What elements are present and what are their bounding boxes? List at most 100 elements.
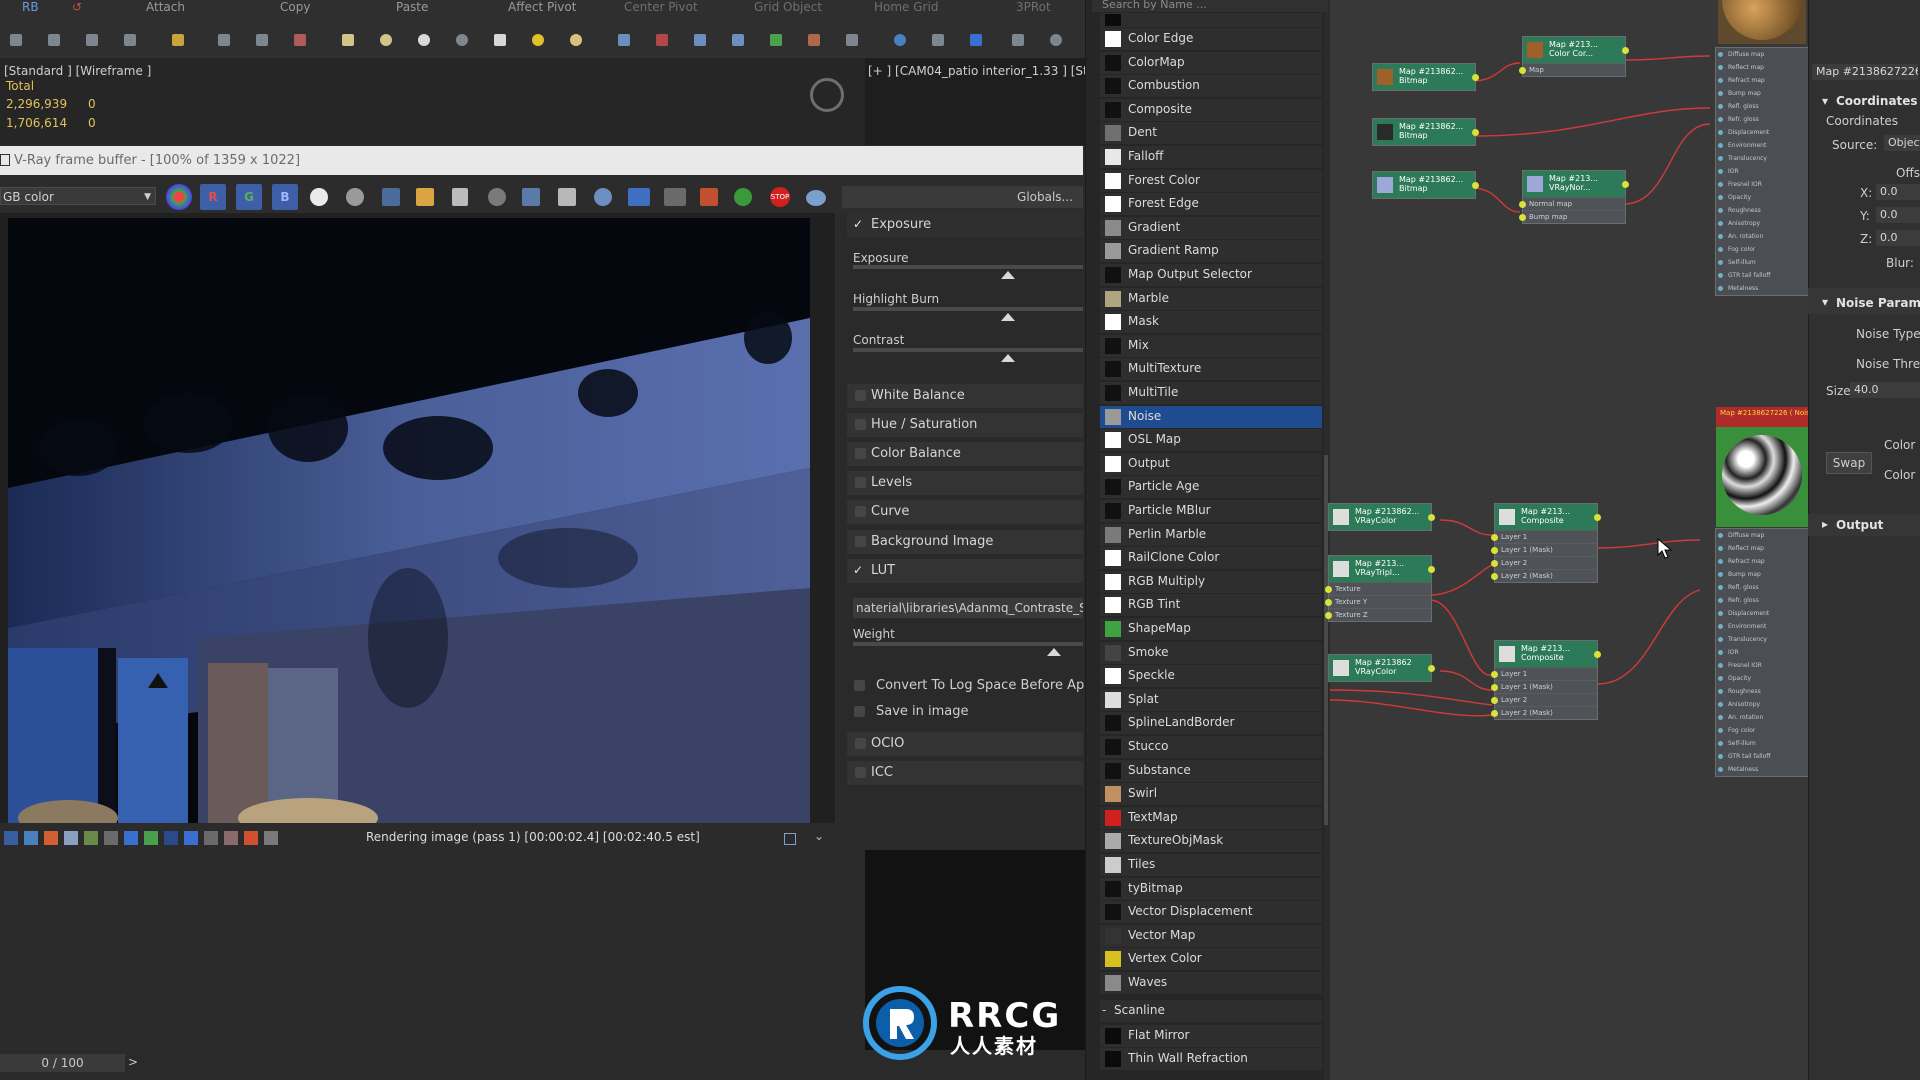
tool-icon[interactable] <box>124 34 136 46</box>
map-node-header[interactable]: Map #213862... Bitmap <box>1373 64 1479 90</box>
tool-icon[interactable] <box>732 34 744 46</box>
material-slot[interactable]: Anisotropy <box>1716 217 1808 230</box>
map-node-slot[interactable]: Texture <box>1325 582 1431 595</box>
curve-row[interactable]: Curve <box>847 500 1083 524</box>
tool-icon[interactable] <box>770 34 782 46</box>
convert-log-checkbox[interactable] <box>854 680 865 691</box>
teapot-icon[interactable] <box>594 188 612 206</box>
list-item[interactable]: Falloff <box>1100 146 1322 168</box>
channel-dropdown[interactable]: GB color ▼ <box>0 187 156 205</box>
material-slot[interactable]: Refl. gloss <box>1716 581 1808 594</box>
list-item[interactable]: Splat <box>1100 688 1322 711</box>
material-slot[interactable]: Self-illum <box>1716 256 1808 269</box>
list-item[interactable]: Color Edge <box>1100 28 1322 50</box>
material-slot[interactable]: Refr. gloss <box>1716 594 1808 607</box>
frame-counter[interactable]: 0 / 100 <box>0 1054 125 1072</box>
tool-icon[interactable] <box>846 34 858 46</box>
contrast-slider[interactable] <box>853 348 1083 352</box>
map-node[interactable]: Map #213862... Bitmap <box>1372 171 1479 199</box>
copy-button[interactable]: Copy <box>280 0 310 14</box>
input-port[interactable] <box>1491 710 1498 717</box>
histogram-icon[interactable] <box>104 831 118 845</box>
output-port[interactable] <box>1594 651 1601 658</box>
expand-icon[interactable]: ▸ <box>1822 517 1828 531</box>
grid-icon[interactable] <box>64 831 78 845</box>
list-item[interactable]: RGB Multiply <box>1100 570 1322 593</box>
attach-button[interactable]: Attach <box>146 0 185 14</box>
affect-pivot-button[interactable]: Affect Pivot <box>508 0 576 14</box>
list-item[interactable]: Substance <box>1100 759 1322 782</box>
color-balance-row[interactable]: Color Balance <box>847 442 1083 466</box>
map-node[interactable]: Map #213... Color Cor... Map <box>1519 36 1629 77</box>
viewport-label[interactable]: [Standard ] [Wireframe ] <box>4 64 151 78</box>
list-item-partial[interactable] <box>1100 13 1322 27</box>
list-item[interactable]: Forest Color <box>1100 169 1322 192</box>
undo-icon[interactable]: ↺ <box>72 0 82 14</box>
list-item[interactable]: Particle MBlur <box>1100 500 1322 522</box>
home-grid-button[interactable]: Home Grid <box>874 0 938 14</box>
output-port[interactable] <box>1428 566 1435 573</box>
list-item[interactable]: MultiTexture <box>1100 358 1322 381</box>
sphere-icon[interactable] <box>418 34 430 46</box>
info-icon[interactable] <box>24 831 38 845</box>
background-image-checkbox[interactable] <box>855 536 866 547</box>
material-slot[interactable]: Fresnel IOR <box>1716 178 1808 191</box>
green-channel-button[interactable]: G <box>236 184 262 210</box>
material-slot[interactable]: Roughness <box>1716 685 1808 698</box>
channels-icon[interactable] <box>244 831 258 845</box>
map-node-header[interactable]: Map #213862... VRayColor <box>1329 504 1435 530</box>
material-slot[interactable]: An. rotation <box>1716 230 1808 243</box>
map-node-slot[interactable]: Layer 1 <box>1491 530 1597 543</box>
tool-icon[interactable] <box>694 34 706 46</box>
output-port[interactable] <box>1472 74 1479 81</box>
input-port[interactable] <box>1325 586 1332 593</box>
list-item[interactable]: TextureObjMask <box>1100 830 1322 853</box>
material-slot[interactable]: Metalness <box>1716 763 1808 776</box>
settings-icon[interactable] <box>264 831 278 845</box>
input-port[interactable] <box>1325 599 1332 606</box>
input-port[interactable] <box>1491 697 1498 704</box>
map-node-slot[interactable]: Layer 2 (Mask) <box>1491 569 1597 582</box>
weight-slider[interactable] <box>853 642 1083 646</box>
material-slot[interactable]: Displacement <box>1716 607 1808 620</box>
vfb-titlebar[interactable]: V-Ray frame buffer - [100% of 1359 x 102… <box>0 146 1083 175</box>
rb-icon[interactable]: RB <box>22 0 39 14</box>
lens-effects-icon[interactable] <box>628 188 650 206</box>
h-icon[interactable] <box>204 831 218 845</box>
list-item[interactable]: Swirl <box>1100 783 1322 806</box>
map-node-slot[interactable]: Layer 1 (Mask) <box>1491 543 1597 556</box>
render-image[interactable] <box>8 218 810 823</box>
highlight-burn-slider-thumb[interactable] <box>1001 313 1015 321</box>
color-balance-checkbox[interactable] <box>855 448 866 459</box>
material-slot[interactable]: Bump map <box>1716 87 1808 100</box>
output-header[interactable]: Output <box>1836 518 1883 532</box>
refresh-icon[interactable] <box>734 188 752 206</box>
material-node-bottom[interactable]: Diffuse map Reflect map Refract map Bump ma… <box>1715 528 1809 777</box>
map-search-input[interactable]: Search by Name ... <box>1092 0 1328 12</box>
list-item[interactable]: Smoke <box>1100 641 1322 664</box>
list-item[interactable]: Particle Age <box>1100 476 1322 499</box>
size-field[interactable]: 40.0 <box>1850 382 1920 398</box>
list-item[interactable]: Vector Displacement <box>1100 901 1322 924</box>
list-item[interactable]: Composite <box>1100 98 1322 121</box>
swap-button[interactable]: Swap <box>1826 452 1872 474</box>
list-item[interactable]: Stucco <box>1100 736 1322 758</box>
ocio-row[interactable]: OCIO <box>847 732 1083 756</box>
offset-z-field[interactable]: 0.0 <box>1876 230 1920 246</box>
map-node[interactable]: Map #213862... Bitmap <box>1372 63 1479 91</box>
tool-icon[interactable] <box>218 34 230 46</box>
map-node-header[interactable]: Map #213862 VRayColor <box>1329 655 1435 681</box>
curve-icon[interactable] <box>164 831 178 845</box>
material-slot[interactable]: Refract map <box>1716 555 1808 568</box>
map-node-slot[interactable]: Normal map <box>1519 197 1625 210</box>
noise-preview[interactable] <box>1716 427 1808 527</box>
list-item[interactable]: Gradient <box>1100 216 1322 239</box>
teapot-render-icon[interactable] <box>806 190 826 206</box>
material-slot[interactable]: Metalness <box>1716 282 1808 295</box>
input-port[interactable] <box>1491 671 1498 678</box>
map-node-slot[interactable]: Layer 2 (Mask) <box>1491 706 1597 719</box>
material-slot[interactable]: Fog color <box>1716 243 1808 256</box>
viewport-camera-label[interactable]: [+ ] [CAM04_patio interior_1.33 ] [St <box>868 64 1088 78</box>
output-port[interactable] <box>1472 129 1479 136</box>
material-slot[interactable]: Opacity <box>1716 672 1808 685</box>
